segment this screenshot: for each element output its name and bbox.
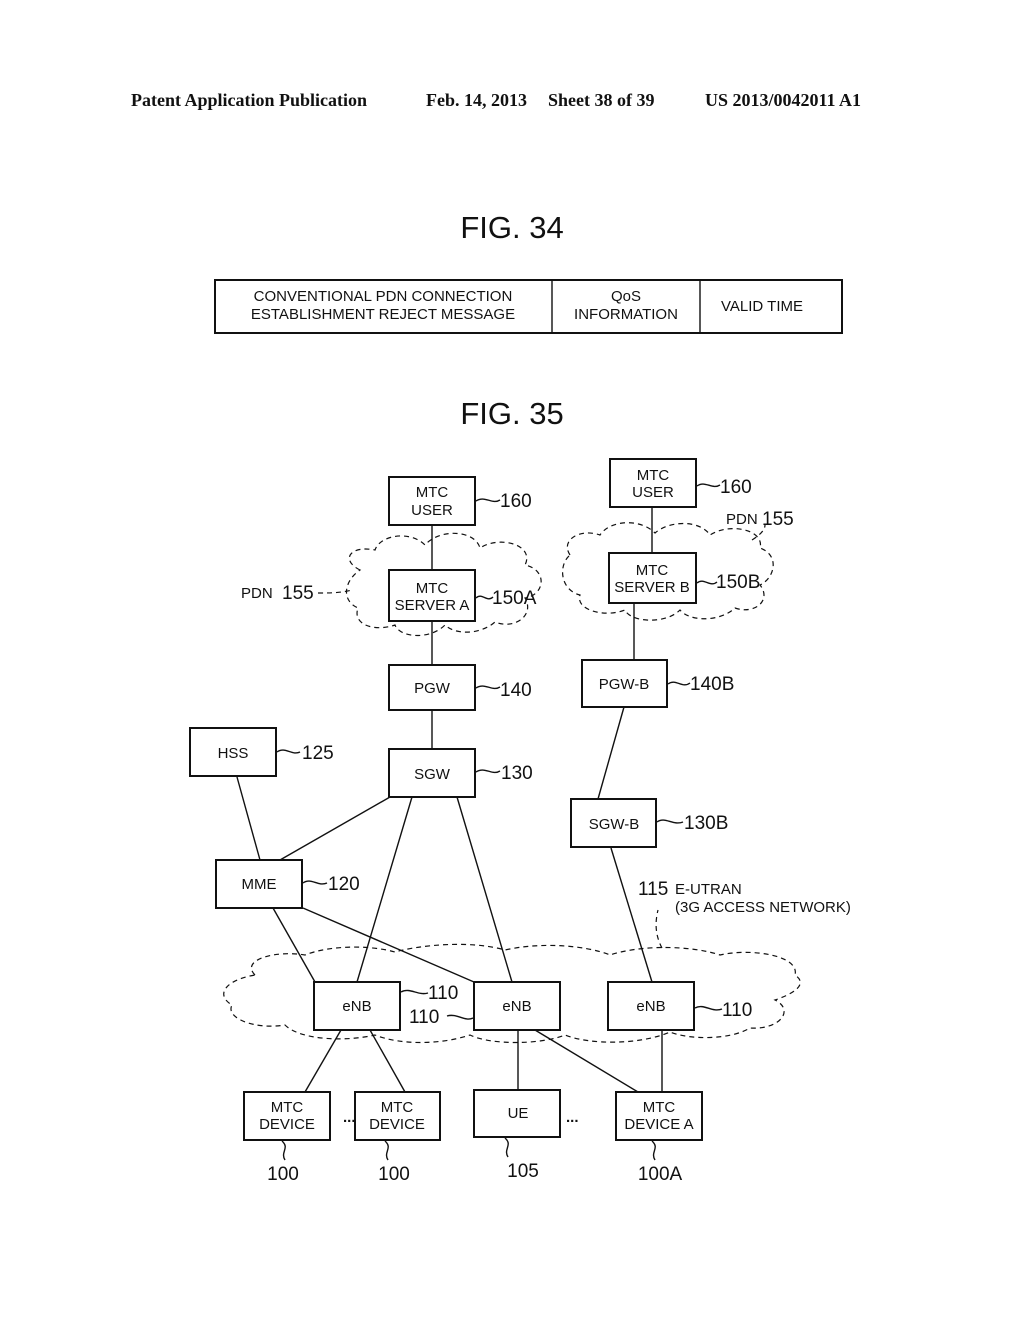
node-label: MTC [271,1099,304,1116]
eutran-ref: 115 [638,879,668,900]
ref-number: 150B [716,572,760,593]
field-reject-message-line1: CONVENTIONAL PDN CONNECTION [254,288,513,305]
eutran-label: E-UTRAN [675,881,742,898]
node-pgw-b: PGW-B 140B [581,659,734,708]
node-label: MTC [637,467,670,484]
node-label: DEVICE A [624,1116,693,1133]
pdn-b-ref: 155 [762,509,794,530]
ref-number: 110 [722,1000,752,1021]
node-label: eNB [636,998,665,1015]
node-mtc-device-a: MTC DEVICE A 100A [615,1091,703,1185]
node-label: MTC [636,562,669,579]
ref-number: 140B [690,674,734,695]
ref-number: 150A [492,588,537,609]
node-label: UE [508,1105,529,1122]
node-label: MTC [416,484,449,501]
node-label: MTC [381,1099,414,1116]
link-sgw-enb1 [356,796,413,983]
field-qos-line1: QoS [611,288,641,305]
node-mtc-device-2: MTC DEVICE 100 [354,1091,441,1185]
node-label: USER [632,484,674,501]
node-label: DEVICE [369,1116,425,1133]
node-label: USER [411,502,453,519]
node-label: HSS [218,745,249,762]
link-enb2-device-a [534,1029,639,1093]
link-mme-enb1 [272,907,316,983]
node-sgw-b: SGW-B 130B [570,798,728,848]
node-mtc-device-1: MTC DEVICE 100 [243,1091,331,1185]
link-pgw-b-sgw-b [597,706,625,800]
ref-number: 105 [507,1161,539,1182]
ref-number: 110 [409,1007,439,1028]
pdn-a-label: PDN [241,585,273,602]
node-label: MTC [643,1099,676,1116]
node-label: eNB [502,998,531,1015]
field-reject-message-line2: ESTABLISHMENT REJECT MESSAGE [251,306,515,323]
node-mme: MME 120 [215,859,360,909]
link-sgw-enb2 [456,796,513,983]
node-sgw: SGW 130 [388,748,533,798]
node-mtc-user-a: MTC USER 160 [388,476,532,526]
link-sgw-b-enb3 [610,847,653,983]
ref-number: 160 [500,491,532,512]
node-label: SERVER B [614,579,690,596]
message-format-table: CONVENTIONAL PDN CONNECTION ESTABLISHMEN… [214,279,843,334]
link-mme-enb2 [302,907,475,983]
node-mtc-user-b: MTC USER 160 [609,458,752,508]
ref-number: 100 [378,1164,410,1185]
ref-number: 100 [267,1164,299,1185]
node-label: PGW-B [599,676,650,693]
diagram-canvas: CONVENTIONAL PDN CONNECTION ESTABLISHMEN… [189,279,851,1185]
node-hss: HSS 125 [189,727,334,777]
node-label: SGW [414,766,451,783]
node-mtc-server-a: MTC SERVER A 150A [388,569,537,622]
ellipsis-ue: ... [566,1109,579,1126]
link-enb1-device1 [304,1029,342,1093]
node-label: SGW-B [589,816,640,833]
link-sgw-mme [279,796,391,861]
node-label: DEVICE [259,1116,315,1133]
field-valid-time: VALID TIME [721,298,803,315]
pdn-a-ref: 155 [282,583,314,604]
node-enb-3: eNB 110 [607,981,752,1031]
ref-number: 100A [638,1164,683,1185]
node-ue: UE 105 [473,1089,561,1182]
link-enb1-device2 [369,1029,406,1093]
eutran-sublabel: (3G ACCESS NETWORK) [675,899,851,916]
ref-number: 130B [684,813,728,834]
pdn-b-label: PDN [726,511,758,528]
ref-number: 130 [501,763,533,784]
node-mtc-server-b: MTC SERVER B 150B [608,552,760,604]
node-label: SERVER A [395,597,470,614]
link-hss-mme [236,776,261,861]
node-label: eNB [342,998,371,1015]
ref-number: 120 [328,874,360,895]
field-qos-line2: INFORMATION [574,306,678,323]
ref-number: 125 [302,743,334,764]
node-label: MTC [416,580,449,597]
ellipsis-devices: ... [343,1109,356,1126]
node-label: MME [242,876,277,893]
ref-number: 160 [720,477,752,498]
node-pgw: PGW 140 [388,664,532,711]
eutran-leader-line [655,909,663,949]
ref-number: 110 [428,983,458,1004]
ref-number: 140 [500,680,532,701]
node-label: PGW [414,680,451,697]
